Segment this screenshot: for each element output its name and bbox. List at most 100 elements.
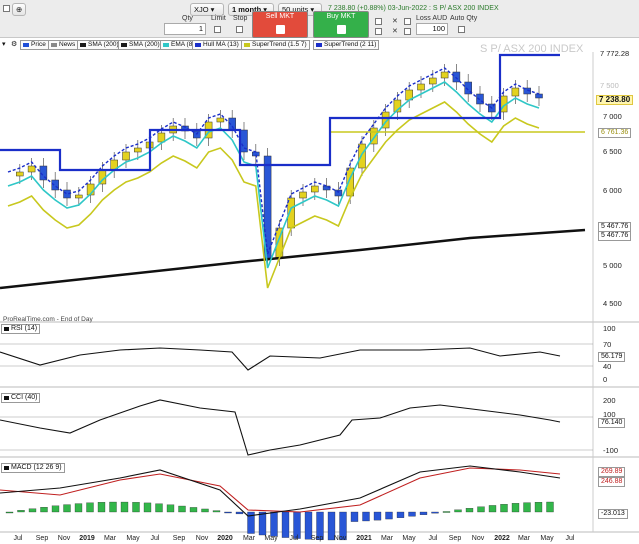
x-label: Mar (242, 535, 256, 542)
x-label: Nov (333, 535, 347, 542)
macd-histogram-bar (5, 511, 14, 514)
macd-histogram-bar (40, 507, 48, 513)
macd-histogram-bar (155, 503, 163, 513)
macd-histogram-bar (51, 505, 60, 513)
price-chart[interactable] (0, 0, 639, 544)
macd-title: MACD (12 26 9) (1, 463, 65, 473)
macd-histogram-bar (28, 508, 37, 513)
macd-histogram-bar (500, 504, 508, 513)
x-label: May (540, 535, 554, 542)
x-label: Jul (428, 535, 438, 542)
macd-histogram-bar (224, 511, 232, 514)
candle-body (452, 71, 461, 83)
y-label: 6 500 (603, 147, 622, 156)
macd-histogram-bar (120, 501, 129, 513)
x-label: Nov (57, 535, 71, 542)
cci-line (0, 399, 561, 456)
candle-body (417, 83, 425, 91)
candle-body (75, 194, 83, 199)
data-source: ProRealTime.com - End of Day (3, 316, 93, 323)
macd-histogram-bar (362, 511, 370, 522)
x-label: Sep (172, 535, 186, 542)
macd-histogram-bar (396, 511, 405, 518)
macd-histogram-bar (235, 511, 244, 515)
x-label: 2020 (217, 535, 233, 542)
macd-signal-line (0, 467, 561, 513)
macd-histogram-bar (373, 511, 382, 521)
macd-line (0, 465, 561, 517)
macd-histogram-bar (546, 501, 554, 513)
macd-histogram-bar (408, 511, 416, 517)
macd-histogram-bar (442, 511, 451, 513)
x-label: Nov (195, 535, 209, 542)
candle-body (440, 71, 449, 79)
macd-histogram-bar (212, 510, 221, 513)
macd-histogram-bar (523, 502, 531, 513)
macd-histogram-bar (419, 511, 428, 515)
candle-body (511, 87, 520, 97)
macd-histogram-bar (385, 511, 393, 520)
supertrend-step-line (0, 53, 560, 172)
y-label: 7 500 (600, 81, 619, 90)
macd-histogram-bar (189, 507, 198, 513)
x-label: Sep (35, 535, 49, 542)
sma-200-line (0, 228, 586, 290)
candle-body (216, 117, 225, 123)
cci-title: CCI (40) (1, 393, 41, 403)
x-label: 2021 (356, 535, 372, 542)
y-label: 7 000 (603, 112, 622, 121)
macd-histogram-bar (511, 503, 520, 513)
y-label: 40 (603, 362, 612, 371)
x-label: Jul (13, 535, 23, 542)
macd-signal-tag: 246.88 (598, 477, 626, 487)
x-label: Jul (150, 535, 160, 542)
macd-histogram-bar (465, 508, 474, 513)
x-label: May (126, 535, 140, 542)
rsi-title: RSI (14) (1, 324, 41, 334)
x-label: Sep (448, 535, 462, 542)
macd-histogram-bar (258, 511, 267, 536)
x-label: Mar (517, 535, 531, 542)
x-label: Mar (103, 535, 117, 542)
macd-histogram-bar (109, 501, 117, 513)
macd-value-tag: 269.89 (598, 467, 626, 477)
macd-histogram-bar (477, 506, 485, 513)
candle-body (27, 165, 36, 173)
candle-body (299, 191, 307, 199)
last-price-tag: 7 238.80 (596, 95, 634, 105)
macd-histogram-bar (350, 511, 359, 522)
y-label: 6 000 (603, 186, 622, 195)
candle-body (311, 185, 319, 193)
x-label: Nov (471, 535, 485, 542)
macd-histogram-bar (63, 504, 71, 513)
x-label: May (264, 535, 278, 542)
macd-hist-tag: -23.013 (598, 509, 628, 519)
y-label: 5 000 (603, 261, 622, 270)
macd-histogram-bar (431, 511, 439, 514)
swatch-icon (4, 396, 9, 400)
x-label: Jul (289, 535, 299, 542)
macd-histogram-bar (534, 502, 543, 513)
macd-histogram-bar (143, 502, 152, 513)
x-label: May (402, 535, 416, 542)
x-label: 2019 (79, 535, 95, 542)
y-label: -100 (603, 446, 619, 455)
macd-histogram-bar (86, 502, 94, 513)
supertrend-tag: 6 761.36 (598, 128, 632, 138)
cci-value-tag: 76.140 (598, 418, 626, 428)
swatch-icon (4, 466, 9, 470)
x-label: Mar (380, 535, 394, 542)
x-label: Sep (310, 535, 324, 542)
macd-histogram-bar (201, 508, 209, 513)
macd-histogram-bar (74, 503, 83, 513)
chart-watermark: S P/ ASX 200 INDEX (480, 43, 584, 55)
macd-histogram-bar (178, 505, 186, 513)
macd-histogram-bar (97, 502, 106, 513)
y-label: 0 (603, 375, 608, 384)
sma-tag: 5 467.76 (598, 231, 632, 241)
macd-histogram-bar (488, 505, 497, 513)
macd-histogram-bar (132, 502, 140, 513)
y-label: 4 500 (603, 299, 622, 308)
y-label: 100 (603, 324, 616, 333)
macd-histogram-bar (166, 504, 175, 513)
